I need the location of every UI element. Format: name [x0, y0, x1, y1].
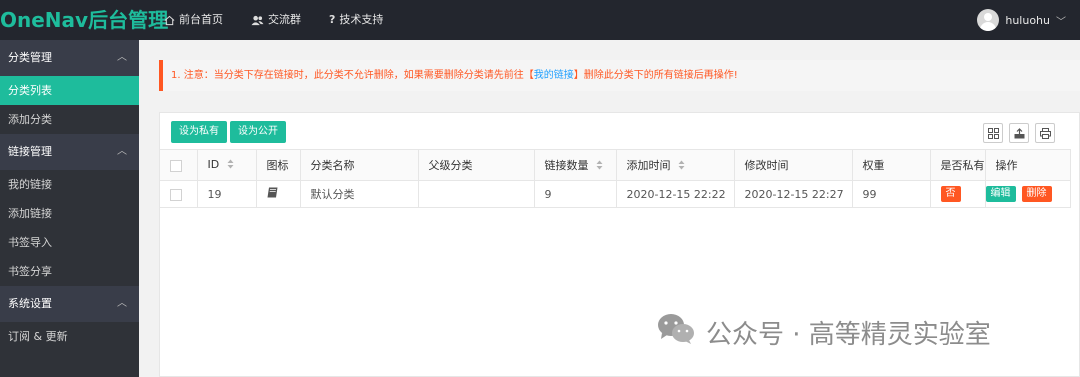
col-weight: 权重: [852, 149, 931, 181]
notice-suffix: 】删除此分类下的所有链接后再操作!: [573, 70, 738, 81]
sidebar-item-bookmark-import[interactable]: 书签导入: [0, 228, 139, 257]
sort-icon[interactable]: [227, 159, 234, 172]
columns-icon[interactable]: [983, 123, 1003, 143]
nav-group-chat[interactable]: 交流群: [237, 0, 315, 40]
col-link-count-label: 链接数量: [544, 159, 589, 172]
chevron-up-icon: ︿: [117, 146, 127, 157]
select-all-cell[interactable]: [160, 149, 198, 181]
col-icon: 图标: [256, 149, 301, 181]
cell-private: 否: [930, 180, 986, 208]
sidebar-group-label: 链接管理: [8, 145, 52, 158]
set-public-button[interactable]: 设为公开: [230, 121, 286, 143]
sidebar-item-add-link[interactable]: 添加链接: [0, 199, 139, 228]
book-icon: [267, 187, 279, 201]
col-created-label: 添加时间: [626, 159, 671, 172]
cell-parent: [418, 180, 535, 208]
username: huluohu: [1005, 13, 1050, 27]
cell-actions: 编辑 删除: [985, 180, 1071, 208]
col-actions: 操作: [985, 149, 1071, 181]
watermark-text: 公众号 · 高等精灵实验室: [706, 319, 991, 350]
category-table: ID 图标 分类名称 父级分类 链接数量 添加时间 修改时间 权重 是否私有 操…: [160, 149, 1071, 208]
notice-banner: 1. 注意：当分类下存在链接时，此分类不允许删除，如果需要删除分类请先前往【我的…: [159, 60, 1080, 91]
notice-my-links-link[interactable]: 我的链接: [534, 70, 574, 81]
app-logo[interactable]: OneNav后台管理: [0, 0, 168, 40]
row-checkbox[interactable]: [170, 188, 182, 201]
col-parent: 父级分类: [418, 149, 535, 181]
nav-support-label: 技术支持: [339, 13, 384, 26]
col-created[interactable]: 添加时间: [616, 149, 735, 181]
sidebar-group-label: 系统设置: [8, 297, 52, 310]
sidebar: 分类管理 ︿ 分类列表 添加分类 链接管理 ︿ 我的链接 添加链接 书签导入 书…: [0, 40, 139, 377]
wechat-icon: [656, 312, 696, 353]
cell-link-count: 9: [534, 180, 617, 208]
chevron-down-icon: ﹀: [1056, 16, 1066, 28]
select-all-checkbox[interactable]: [170, 159, 182, 172]
nav-group-chat-label: 交流群: [268, 13, 301, 26]
col-name: 分类名称: [300, 149, 419, 181]
top-header: OneNav后台管理 前台首页 交流群 ? 技术支持 huluohu ﹀: [0, 0, 1080, 40]
export-icon[interactable]: [1009, 123, 1029, 143]
col-modified: 修改时间: [734, 149, 853, 181]
col-id-label: ID: [207, 158, 220, 172]
top-nav: 前台首页 交流群 ? 技术支持: [150, 0, 397, 40]
set-private-button[interactable]: 设为私有: [171, 121, 227, 143]
edit-button[interactable]: 编辑: [985, 186, 1016, 202]
sidebar-item-add-category[interactable]: 添加分类: [0, 105, 139, 134]
home-icon: [164, 15, 175, 26]
sidebar-group-category[interactable]: 分类管理 ︿: [0, 40, 139, 76]
cell-icon: [256, 180, 301, 208]
watermark: 公众号 · 高等精灵实验室: [656, 313, 991, 350]
table-row: 19 默认分类 9 2020-12-15 22:22 2020-12-15 22…: [160, 180, 1071, 208]
notice-prefix: 1. 注意：当分类下存在链接时，此分类不允许删除，如果需要删除分类请先前往【: [171, 70, 534, 81]
cell-id: 19: [197, 180, 257, 208]
sidebar-item-my-links[interactable]: 我的链接: [0, 170, 139, 199]
sidebar-item-bookmark-share[interactable]: 书签分享: [0, 257, 139, 286]
delete-button[interactable]: 删除: [1021, 186, 1052, 202]
sidebar-group-settings[interactable]: 系统设置 ︿: [0, 286, 139, 322]
cell-created: 2020-12-15 22:22: [616, 180, 735, 208]
print-icon[interactable]: [1035, 123, 1055, 143]
sidebar-group-label: 分类管理: [8, 51, 52, 64]
cell-weight: 99: [852, 180, 931, 208]
nav-support[interactable]: ? 技术支持: [315, 0, 397, 40]
sidebar-item-category-list[interactable]: 分类列表: [0, 76, 139, 105]
avatar: [977, 9, 1000, 31]
sidebar-group-links[interactable]: 链接管理 ︿: [0, 134, 139, 170]
col-private: 是否私有: [930, 149, 986, 181]
cell-modified: 2020-12-15 22:27: [734, 180, 853, 208]
sidebar-item-subscribe-update[interactable]: 订阅 & 更新: [0, 322, 139, 351]
users-icon: [251, 15, 264, 26]
chevron-up-icon: ︿: [117, 298, 127, 309]
sort-icon[interactable]: [678, 160, 685, 173]
col-link-count[interactable]: 链接数量: [534, 149, 617, 181]
cell-name: 默认分类: [300, 180, 419, 208]
nav-home-label: 前台首页: [179, 13, 223, 26]
user-menu[interactable]: huluohu ﹀: [977, 0, 1066, 40]
nav-home[interactable]: 前台首页: [150, 0, 237, 40]
chevron-up-icon: ︿: [117, 52, 127, 63]
row-select-cell[interactable]: [160, 180, 198, 208]
question-icon: ?: [329, 13, 336, 26]
status-badge: 否: [940, 186, 961, 202]
table-header-row: ID 图标 分类名称 父级分类 链接数量 添加时间 修改时间 权重 是否私有 操…: [160, 149, 1071, 181]
col-id[interactable]: ID: [197, 149, 257, 181]
sort-icon[interactable]: [596, 160, 603, 173]
table-toolbar: 设为私有 设为公开: [160, 113, 1079, 149]
